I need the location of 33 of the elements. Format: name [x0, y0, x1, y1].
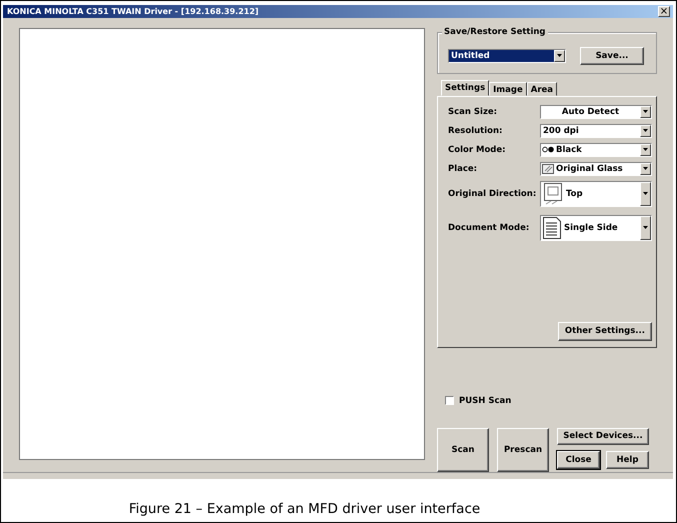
checkbox-label: PUSH Scan	[459, 396, 512, 406]
glass-icon	[542, 164, 554, 174]
tab[interactable]: Area	[526, 82, 558, 96]
setting-label: Original Direction:	[448, 188, 538, 199]
setting-dropdown[interactable]: 200 dpi	[540, 124, 652, 138]
setting-label: Color Mode:	[448, 144, 507, 155]
page-direction-icon	[542, 182, 564, 206]
prescan-button[interactable]: Prescan	[497, 428, 549, 472]
figure-caption: Figure 21 – Example of an MFD driver user interface	[128, 501, 482, 517]
setting-dropdown[interactable]: Single Side	[540, 214, 652, 241]
setting-dropdown[interactable]: Auto Detect	[540, 104, 652, 119]
setting-label: Resolution:	[448, 126, 504, 136]
save-button[interactable]: Save...	[580, 46, 644, 65]
setting-label: Scan Size:	[448, 106, 498, 117]
setting-dropdown[interactable]: Top	[540, 180, 652, 207]
setting-label: Place:	[448, 164, 478, 174]
help-button[interactable]: Help	[606, 450, 649, 469]
group-title: Save/Restore Setting	[442, 26, 548, 37]
setting-dropdown[interactable]: Original Glass	[540, 162, 652, 176]
tab[interactable]: Image	[489, 82, 527, 96]
close-button[interactable]: Close	[557, 450, 600, 469]
tab[interactable]: Settings	[441, 80, 490, 96]
other-settings-button[interactable]: Other Settings...	[558, 322, 652, 341]
setting-dropdown[interactable]: Untitled	[448, 48, 566, 63]
push-scan-checkbox[interactable]	[445, 396, 454, 406]
window-title: KONICA MINOLTA C351 TWAIN Driver - [192.168.39.212]	[7, 6, 259, 16]
select-devices-button[interactable]: Select Devices...	[557, 428, 649, 445]
close-button[interactable]: ×	[658, 6, 670, 17]
document-icon	[542, 216, 562, 240]
setting-dropdown[interactable]: Black	[540, 142, 652, 157]
setting-label: Document Mode:	[448, 222, 530, 233]
scan-button[interactable]: Scan	[437, 428, 489, 472]
color-mode-icon	[542, 146, 554, 154]
